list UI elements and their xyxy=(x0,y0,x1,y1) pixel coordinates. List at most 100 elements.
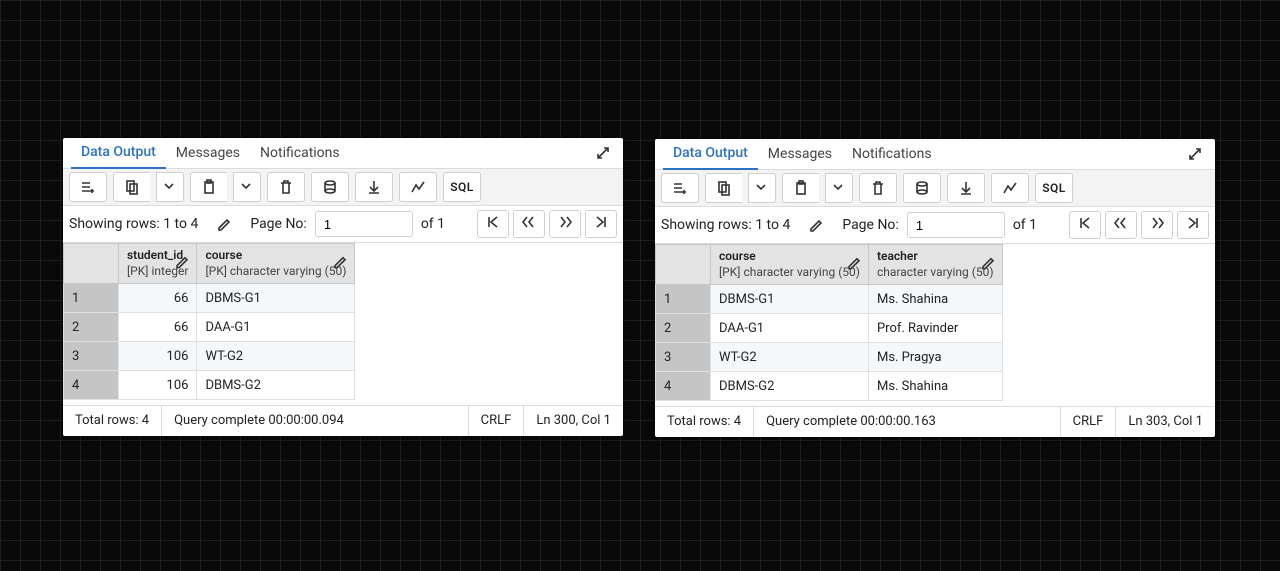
last-page-button[interactable] xyxy=(585,210,617,238)
first-page-button[interactable] xyxy=(1069,211,1101,239)
copy-dropdown[interactable] xyxy=(156,172,184,202)
column-header[interactable]: course[PK] character varying (50) xyxy=(197,244,355,284)
cell[interactable]: DAA-G1 xyxy=(711,314,869,343)
pencil-icon xyxy=(980,254,996,275)
row-number[interactable]: 3 xyxy=(656,343,711,372)
download-button[interactable] xyxy=(355,172,393,202)
row-number[interactable]: 1 xyxy=(64,284,119,313)
column-header[interactable]: student_id[PK] integer xyxy=(119,244,197,284)
expand-button[interactable] xyxy=(1183,142,1207,166)
row-number[interactable]: 2 xyxy=(64,313,119,342)
prev-icon xyxy=(521,214,537,234)
row-number[interactable]: 1 xyxy=(656,285,711,314)
cell[interactable]: 106 xyxy=(119,371,197,400)
table-row[interactable]: 2DAA-G1Prof. Ravinder xyxy=(656,314,1003,343)
caret-down-icon xyxy=(831,180,847,196)
cell[interactable]: 66 xyxy=(119,313,197,342)
download-icon xyxy=(366,179,382,195)
row-number[interactable]: 4 xyxy=(656,372,711,401)
delete-button[interactable] xyxy=(859,173,897,203)
chart-button[interactable] xyxy=(991,173,1029,203)
table-row[interactable]: 166DBMS-G1 xyxy=(64,284,355,313)
prev-page-button[interactable] xyxy=(1105,211,1137,239)
edit-rows-button[interactable] xyxy=(206,210,242,238)
sql-button[interactable]: SQL xyxy=(443,172,481,202)
page-of-label: of 1 xyxy=(421,216,445,232)
table-row[interactable]: 3106WT-G2 xyxy=(64,342,355,371)
paste-dropdown[interactable] xyxy=(233,172,261,202)
copy-button[interactable] xyxy=(113,172,150,202)
row-number[interactable]: 3 xyxy=(64,342,119,371)
caret-down-icon xyxy=(239,179,255,195)
cell[interactable]: 66 xyxy=(119,284,197,313)
table-row[interactable]: 4106DBMS-G2 xyxy=(64,371,355,400)
copy-button[interactable] xyxy=(705,173,742,203)
row-number-header[interactable] xyxy=(656,245,711,285)
tab-notifications[interactable]: Notifications xyxy=(842,139,942,169)
column-header[interactable]: teachercharacter varying (50) xyxy=(868,245,1002,285)
chart-button[interactable] xyxy=(399,172,437,202)
row-number-header[interactable] xyxy=(64,244,119,284)
status-eol: CRLF xyxy=(1061,407,1117,437)
save-data-button[interactable] xyxy=(903,173,941,203)
add-rows-button[interactable] xyxy=(69,172,107,202)
cell[interactable]: DBMS-G1 xyxy=(711,285,869,314)
expand-button[interactable] xyxy=(591,141,615,165)
cell[interactable]: Prof. Ravinder xyxy=(868,314,1002,343)
save-data-button[interactable] xyxy=(311,172,349,202)
cell[interactable]: DBMS-G2 xyxy=(197,371,355,400)
page-no-label: Page No: xyxy=(250,216,307,232)
tab-notifications[interactable]: Notifications xyxy=(250,138,350,168)
table-row[interactable]: 266DAA-G1 xyxy=(64,313,355,342)
page-input[interactable] xyxy=(907,212,1005,238)
cell[interactable]: DBMS-G1 xyxy=(197,284,355,313)
status-eol: CRLF xyxy=(469,406,525,436)
column-header[interactable]: course[PK] character varying (50) xyxy=(711,245,869,285)
tab-data-output[interactable]: Data Output xyxy=(71,138,166,169)
cell[interactable]: WT-G2 xyxy=(711,343,869,372)
cell[interactable]: DAA-G1 xyxy=(197,313,355,342)
next-page-button[interactable] xyxy=(1141,211,1173,239)
tab-data-output[interactable]: Data Output xyxy=(663,139,758,170)
download-icon xyxy=(958,180,974,196)
next-icon xyxy=(1149,215,1165,235)
table-row[interactable]: 3WT-G2Ms. Pragya xyxy=(656,343,1003,372)
tab-messages[interactable]: Messages xyxy=(166,138,250,168)
download-button[interactable] xyxy=(947,173,985,203)
delete-button[interactable] xyxy=(267,172,305,202)
table-row[interactable]: 4DBMS-G2Ms. Shahina xyxy=(656,372,1003,401)
cell[interactable]: WT-G2 xyxy=(197,342,355,371)
paste-button[interactable] xyxy=(190,172,227,202)
last-page-button[interactable] xyxy=(1177,211,1209,239)
next-page-button[interactable] xyxy=(549,210,581,238)
caret-down-icon xyxy=(162,179,178,195)
copy-icon xyxy=(124,179,140,195)
prev-icon xyxy=(1113,215,1129,235)
cell[interactable]: Ms. Pragya xyxy=(868,343,1002,372)
copy-dropdown[interactable] xyxy=(748,173,776,203)
db-icon xyxy=(322,179,338,195)
prev-page-button[interactable] xyxy=(513,210,545,238)
row-number[interactable]: 2 xyxy=(656,314,711,343)
first-page-button[interactable] xyxy=(477,210,509,238)
pencil-icon xyxy=(216,216,232,232)
page-input[interactable] xyxy=(315,211,413,237)
tab-messages[interactable]: Messages xyxy=(758,139,842,169)
sql-button[interactable]: SQL xyxy=(1035,173,1073,203)
result-panel-left: Data OutputMessagesNotificationsSQLShowi… xyxy=(63,138,623,436)
paste-dropdown[interactable] xyxy=(825,173,853,203)
cell[interactable]: Ms. Shahina xyxy=(868,285,1002,314)
paste-button[interactable] xyxy=(782,173,819,203)
row-number[interactable]: 4 xyxy=(64,371,119,400)
chart-icon xyxy=(1002,180,1018,196)
status-cursor-pos: Ln 303, Col 1 xyxy=(1116,407,1215,437)
table-row[interactable]: 1DBMS-G1Ms. Shahina xyxy=(656,285,1003,314)
status-query-time: Query complete 00:00:00.163 xyxy=(754,407,1061,437)
status-query-time: Query complete 00:00:00.094 xyxy=(162,406,469,436)
cell[interactable]: DBMS-G2 xyxy=(711,372,869,401)
add-rows-button[interactable] xyxy=(661,173,699,203)
cell[interactable]: 106 xyxy=(119,342,197,371)
cell[interactable]: Ms. Shahina xyxy=(868,372,1002,401)
edit-rows-button[interactable] xyxy=(798,211,834,239)
column-name: teacher xyxy=(877,249,918,263)
